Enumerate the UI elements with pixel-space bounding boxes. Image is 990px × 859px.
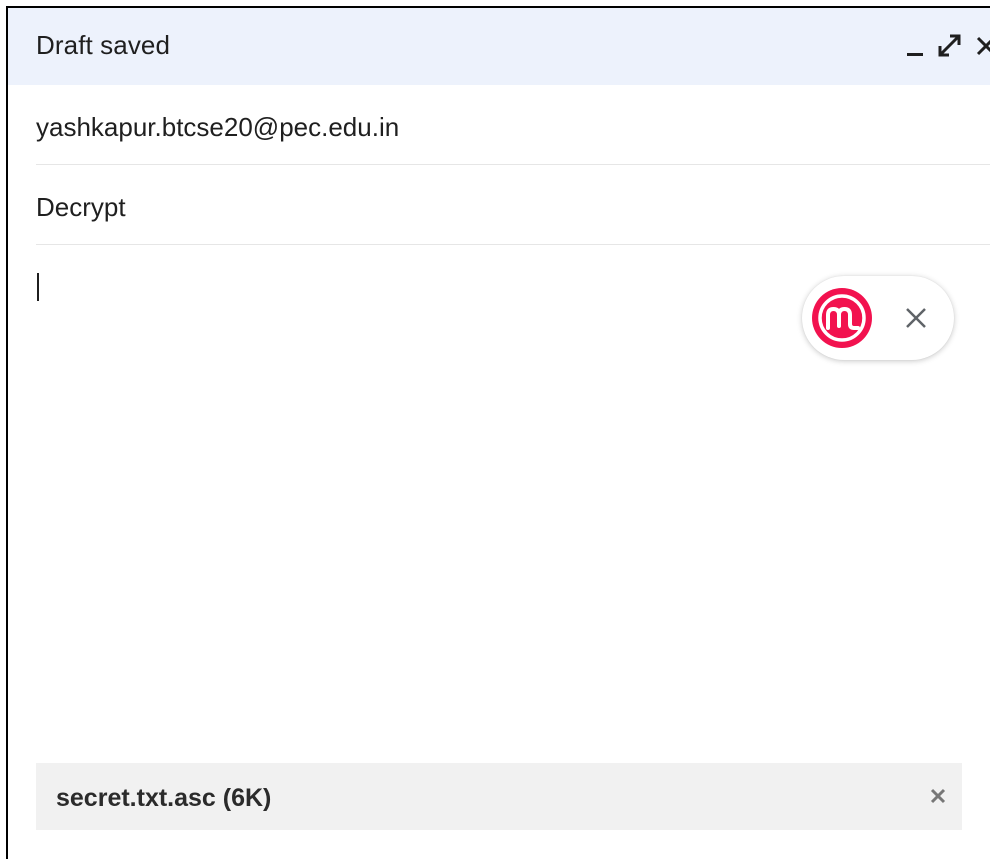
mailmeteor-button[interactable] xyxy=(812,288,872,348)
expand-icon xyxy=(938,34,961,57)
subject-field[interactable]: Decrypt xyxy=(36,165,990,245)
extension-widget xyxy=(802,276,954,360)
compose-title: Draft saved xyxy=(36,30,171,60)
close-button[interactable] xyxy=(972,30,990,62)
recipient-address: yashkapur.btcse20@pec.edu.in xyxy=(36,112,400,142)
mailmeteor-logo-icon xyxy=(818,294,866,342)
minimize-icon xyxy=(907,53,923,56)
message-body[interactable] xyxy=(36,246,796,746)
text-cursor xyxy=(37,273,39,301)
remove-attachment-button[interactable] xyxy=(926,784,950,808)
minimize-button[interactable] xyxy=(900,30,930,62)
extension-close-button[interactable] xyxy=(898,300,934,336)
to-field[interactable]: yashkapur.btcse20@pec.edu.in xyxy=(36,85,990,165)
close-icon xyxy=(930,788,946,804)
compose-header[interactable]: Draft saved xyxy=(8,8,990,85)
close-icon xyxy=(976,36,990,56)
expand-button[interactable] xyxy=(934,30,964,62)
attachment-chip[interactable]: secret.txt.asc (6K) xyxy=(36,763,962,830)
subject-value: Decrypt xyxy=(36,192,126,222)
compose-window: Draft saved yashkapur.btcse20@pec.edu.in… xyxy=(6,6,990,859)
close-icon xyxy=(906,308,926,328)
attachment-name: secret.txt.asc (6K) xyxy=(56,784,272,812)
